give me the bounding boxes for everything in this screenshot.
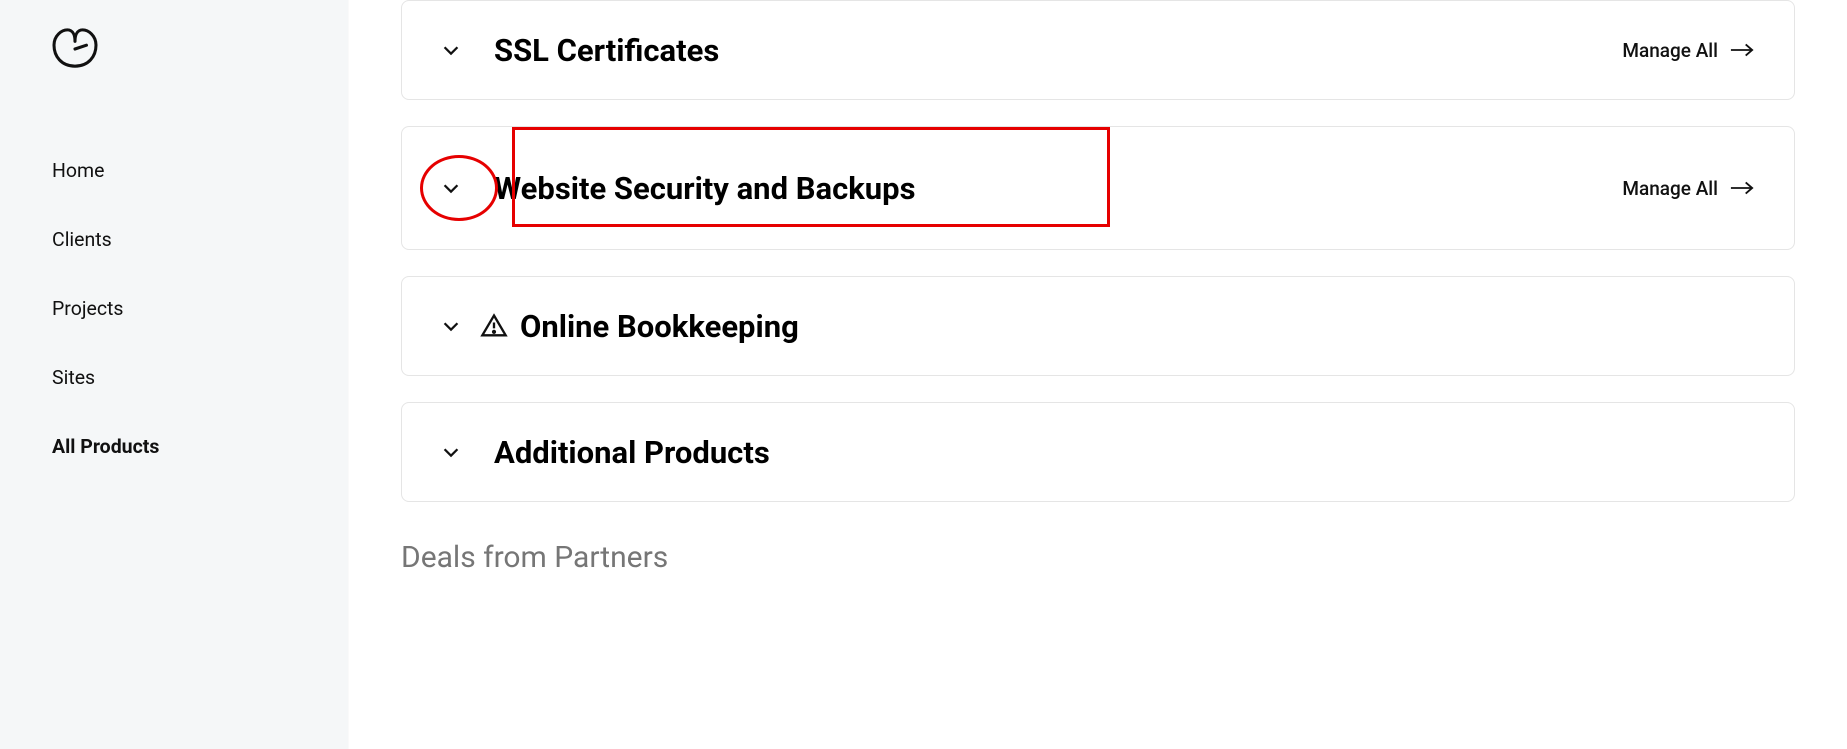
warning-icon [480,312,508,340]
sidebar-item-home[interactable]: Home [52,136,296,205]
manage-all-link[interactable]: Manage All [1622,177,1754,200]
expand-toggle[interactable] [430,305,472,347]
panel-online-bookkeeping: Online Bookkeeping [401,276,1795,376]
sidebar-item-sites[interactable]: Sites [52,343,296,412]
sidebar-item-projects[interactable]: Projects [52,274,296,343]
sidebar-item-clients[interactable]: Clients [52,205,296,274]
panel-left: SSL Certificates [430,29,719,71]
logo[interactable] [52,28,296,74]
sidebar-item-all-products[interactable]: All Products [52,412,296,481]
panel-left: Additional Products [430,431,770,473]
manage-all-link[interactable]: Manage All [1622,39,1754,62]
panel-left: Website Security and Backups [430,167,916,209]
main-content: SSL Certificates Manage All Website Secu… [348,0,1847,749]
panel-additional-products: Additional Products [401,402,1795,502]
arrow-right-icon [1730,42,1754,58]
godaddy-logo-icon [52,28,98,70]
expand-toggle[interactable] [430,431,472,473]
panel-ssl-certificates: SSL Certificates Manage All [401,0,1795,100]
manage-all-label: Manage All [1622,39,1718,62]
chevron-down-icon [440,441,462,463]
panel-left: Online Bookkeeping [430,305,799,347]
panel-title: Online Bookkeeping [520,308,799,345]
manage-all-label: Manage All [1622,177,1718,200]
sidebar: Home Clients Projects Sites All Products [0,0,348,749]
expand-toggle[interactable] [430,167,472,209]
panel-title: Website Security and Backups [494,170,916,207]
panel-title: SSL Certificates [494,32,719,69]
arrow-right-icon [1730,180,1754,196]
sidebar-nav: Home Clients Projects Sites All Products [52,136,296,481]
panel-website-security: Website Security and Backups Manage All [401,126,1795,250]
expand-toggle[interactable] [430,29,472,71]
deals-from-partners-heading: Deals from Partners [401,540,1795,575]
chevron-down-icon [440,177,462,199]
chevron-down-icon [440,39,462,61]
chevron-down-icon [440,315,462,337]
panel-title: Additional Products [494,434,770,471]
